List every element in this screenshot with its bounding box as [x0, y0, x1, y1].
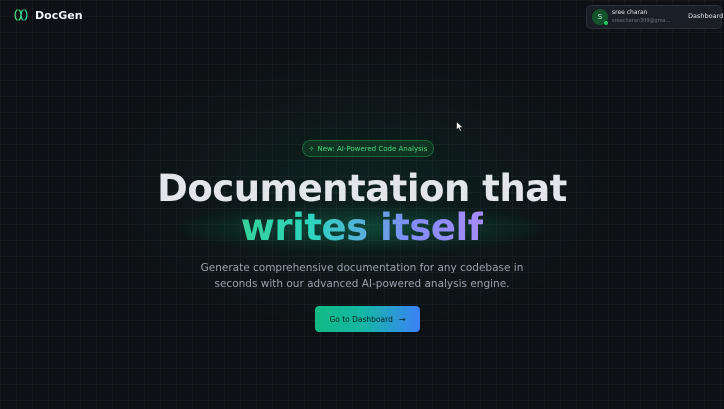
top-navbar: DocGen S sree charan sreecharan309@gma..… [0, 0, 724, 32]
hero-title-line2: writes itself [0, 206, 724, 249]
avatar-initial: S [597, 13, 603, 21]
user-menu[interactable]: S sree charan sreecharan309@gma... Dashb… [586, 5, 723, 29]
user-name: sree charan [612, 9, 648, 16]
cta-label: Go to Dashboard [329, 314, 393, 324]
arrow-right-icon: → [398, 314, 406, 324]
hero-title-gradient-text: writes itself [240, 206, 484, 249]
docgen-logo-icon [14, 9, 28, 21]
badge-text: New: AI-Powered Code Analysis [317, 144, 428, 153]
go-to-dashboard-button[interactable]: Go to Dashboard → [315, 306, 420, 332]
brand-name: DocGen [35, 8, 83, 22]
hero-subtitle: Generate comprehensive documentation for… [200, 262, 524, 290]
hero-title-line1: Documentation that [157, 167, 567, 210]
sparkles-icon: ✧ [308, 144, 315, 153]
user-email: sreecharan309@gma... [612, 18, 671, 24]
mouse-cursor-icon [456, 121, 464, 132]
announcement-badge[interactable]: ✧ New: AI-Powered Code Analysis [302, 140, 434, 157]
brand[interactable]: DocGen [14, 8, 83, 22]
dashboard-link[interactable]: Dashboard [688, 12, 723, 20]
online-status-dot [604, 21, 608, 25]
